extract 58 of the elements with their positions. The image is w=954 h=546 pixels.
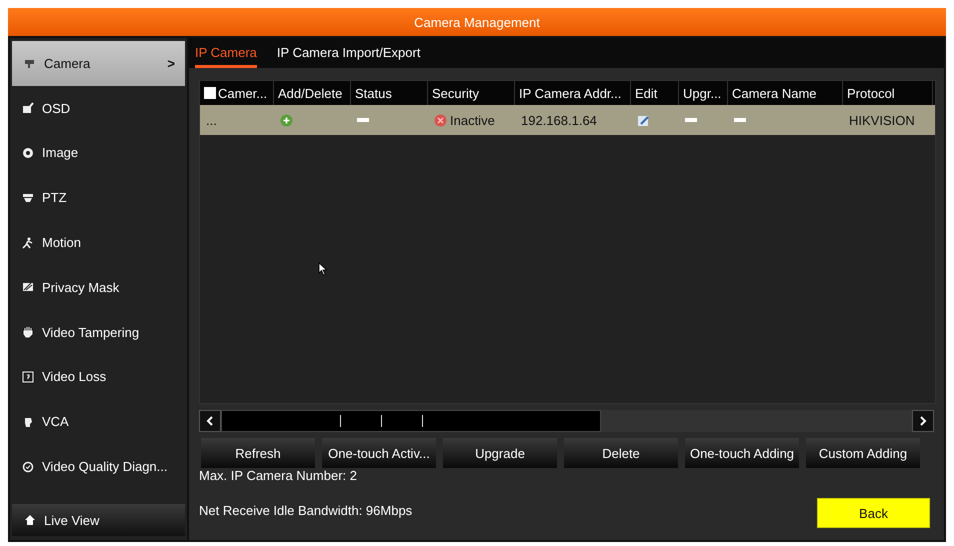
column-header[interactable]: Upgr...	[683, 86, 722, 100]
pencil-icon	[22, 102, 34, 114]
dome-icon	[22, 192, 34, 204]
sidebar-item[interactable]: VCA	[10, 399, 187, 444]
info-text: Max. IP Camera Number: 2	[199, 468, 358, 483]
table-cell: HIKVISION	[849, 112, 915, 128]
sidebar-item[interactable]: Camera >	[12, 41, 185, 86]
window-title: Camera Management	[8, 8, 946, 36]
scrollbar-thumb[interactable]	[221, 410, 601, 432]
table-cell: Inactive	[450, 112, 495, 128]
running-figure-icon	[22, 236, 34, 249]
column-header[interactable]: IP Camera Addr...	[519, 86, 622, 100]
sidebar-item[interactable]: OSD	[10, 86, 187, 131]
hatched-square-icon	[22, 281, 34, 294]
sidebar-item[interactable]: Video Quality Diagn...	[10, 444, 187, 489]
add-icon[interactable]	[280, 114, 293, 126]
column-header[interactable]: Camer...	[218, 86, 268, 100]
aperture-icon	[22, 146, 34, 159]
live-view-button[interactable]: Live View	[12, 504, 185, 536]
table-cell: ...	[206, 112, 217, 128]
scroll-left-button[interactable]	[199, 410, 221, 432]
column-header[interactable]: Security	[432, 86, 479, 100]
sidebar-item[interactable]: Video Loss	[10, 354, 187, 400]
action-button[interactable]: Custom Adding	[806, 438, 920, 468]
column-header[interactable]: Status	[355, 86, 392, 100]
check-circle-icon	[22, 460, 34, 473]
action-button[interactable]: Upgrade	[443, 438, 557, 468]
back-button[interactable]: Back	[817, 498, 930, 528]
scroll-right-button[interactable]	[912, 410, 934, 432]
column-header[interactable]: Protocol	[847, 86, 895, 100]
hand-icon	[22, 326, 34, 338]
sidebar-item[interactable]: PTZ	[10, 175, 187, 220]
question-square-icon	[22, 370, 34, 383]
sidebar-item[interactable]: Privacy Mask	[10, 264, 187, 310]
sidebar-item[interactable]: Image	[10, 130, 187, 176]
sidebar-item[interactable]: Video Tampering	[10, 310, 187, 355]
table-row[interactable]: ... Inactive 192.168.1.64 HIKVISION	[200, 105, 935, 135]
chevron-left-icon	[206, 416, 214, 426]
sidebar-item[interactable]: Motion	[10, 220, 187, 265]
tab[interactable]: IP Camera Import/Export	[276, 38, 420, 68]
column-header[interactable]: Add/Delete	[278, 86, 342, 100]
error-icon	[434, 114, 447, 126]
dash-icon	[734, 118, 746, 122]
action-button[interactable]: One-touch Adding	[685, 438, 799, 468]
edit-icon[interactable]	[637, 114, 650, 126]
column-header[interactable]: Camera Name	[732, 86, 817, 100]
action-button[interactable]: Delete	[564, 438, 678, 468]
home-icon	[24, 514, 36, 526]
table-cell: 192.168.1.64	[521, 112, 597, 128]
action-button[interactable]: One-touch Activ...	[322, 438, 436, 468]
dash-icon	[685, 118, 697, 122]
column-header[interactable]: Edit	[635, 86, 658, 100]
info-text: Net Receive Idle Bandwidth: 96Mbps	[199, 503, 412, 518]
dash-icon	[357, 118, 369, 122]
checkbox[interactable]	[204, 87, 216, 99]
mouse-pointer-icon	[318, 262, 328, 276]
chevron-right-icon	[919, 416, 927, 426]
action-button[interactable]: Refresh	[201, 438, 315, 468]
